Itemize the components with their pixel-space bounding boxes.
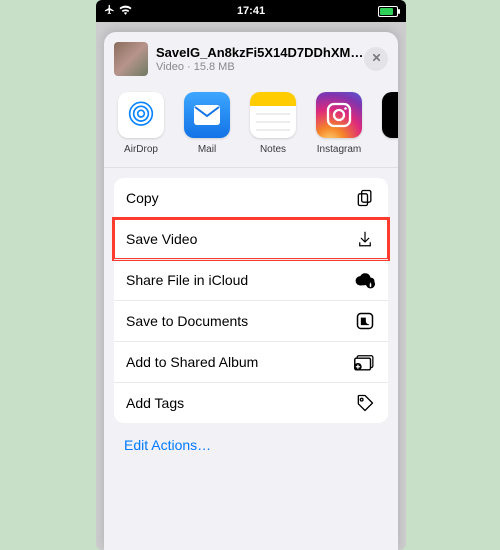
action-label: Save Video bbox=[126, 231, 354, 247]
close-button[interactable] bbox=[364, 47, 388, 71]
airplane-mode-icon bbox=[104, 4, 115, 18]
share-sheet: SaveIG_An8kzFi5X14D7DDhXM… Video · 15.8 … bbox=[104, 32, 398, 550]
action-label: Save to Documents bbox=[126, 313, 354, 329]
copy-icon bbox=[354, 187, 376, 209]
share-app-instagram[interactable]: Instagram bbox=[308, 92, 370, 155]
status-bar: 17:41 bbox=[96, 0, 406, 22]
action-label: Add Tags bbox=[126, 395, 354, 411]
download-icon bbox=[354, 228, 376, 250]
action-add-shared-album[interactable]: Add to Shared Album bbox=[114, 341, 388, 382]
action-save-video[interactable]: Save Video bbox=[114, 218, 388, 259]
action-label: Share File in iCloud bbox=[126, 272, 354, 288]
action-label: Copy bbox=[126, 190, 354, 206]
battery-icon bbox=[378, 6, 398, 17]
close-icon bbox=[371, 50, 382, 68]
wifi-icon bbox=[119, 5, 132, 18]
share-app-airdrop[interactable]: AirDrop bbox=[110, 92, 172, 155]
share-app-label: T bbox=[374, 144, 398, 155]
file-thumbnail bbox=[114, 42, 148, 76]
tag-icon bbox=[354, 392, 376, 414]
airdrop-icon bbox=[118, 92, 164, 138]
file-name: SaveIG_An8kzFi5X14D7DDhXM… bbox=[156, 45, 364, 60]
action-save-to-documents[interactable]: Save to Documents bbox=[114, 300, 388, 341]
icloud-icon bbox=[354, 269, 376, 291]
share-app-mail[interactable]: Mail bbox=[176, 92, 238, 155]
share-app-label: AirDrop bbox=[110, 144, 172, 155]
phone-frame: 17:41 SaveIG_An8kzFi5X14D7DDhXM… Video ·… bbox=[96, 0, 406, 550]
file-header: SaveIG_An8kzFi5X14D7DDhXM… Video · 15.8 … bbox=[104, 32, 398, 84]
app-share-row[interactable]: AirDrop Mail Notes Instagram T bbox=[104, 84, 398, 168]
action-share-file-icloud[interactable]: Share File in iCloud bbox=[114, 259, 388, 300]
action-copy[interactable]: Copy bbox=[114, 178, 388, 218]
share-app-label: Notes bbox=[242, 144, 304, 155]
edit-actions-button[interactable]: Edit Actions… bbox=[124, 437, 398, 453]
notes-icon bbox=[250, 92, 296, 138]
mail-icon bbox=[184, 92, 230, 138]
share-app-label: Instagram bbox=[308, 144, 370, 155]
instagram-icon bbox=[316, 92, 362, 138]
more-apps-icon bbox=[382, 92, 398, 138]
action-add-tags[interactable]: Add Tags bbox=[114, 382, 388, 423]
share-app-notes[interactable]: Notes bbox=[242, 92, 304, 155]
action-list: Copy Save Video Share File in iCloud Save t… bbox=[114, 178, 388, 423]
file-subtitle: Video · 15.8 MB bbox=[156, 61, 364, 73]
album-icon bbox=[354, 351, 376, 373]
share-app-label: Mail bbox=[176, 144, 238, 155]
share-app-more[interactable]: T bbox=[374, 92, 398, 155]
action-label: Add to Shared Album bbox=[126, 354, 354, 370]
status-time: 17:41 bbox=[237, 5, 265, 17]
documents-icon bbox=[354, 310, 376, 332]
